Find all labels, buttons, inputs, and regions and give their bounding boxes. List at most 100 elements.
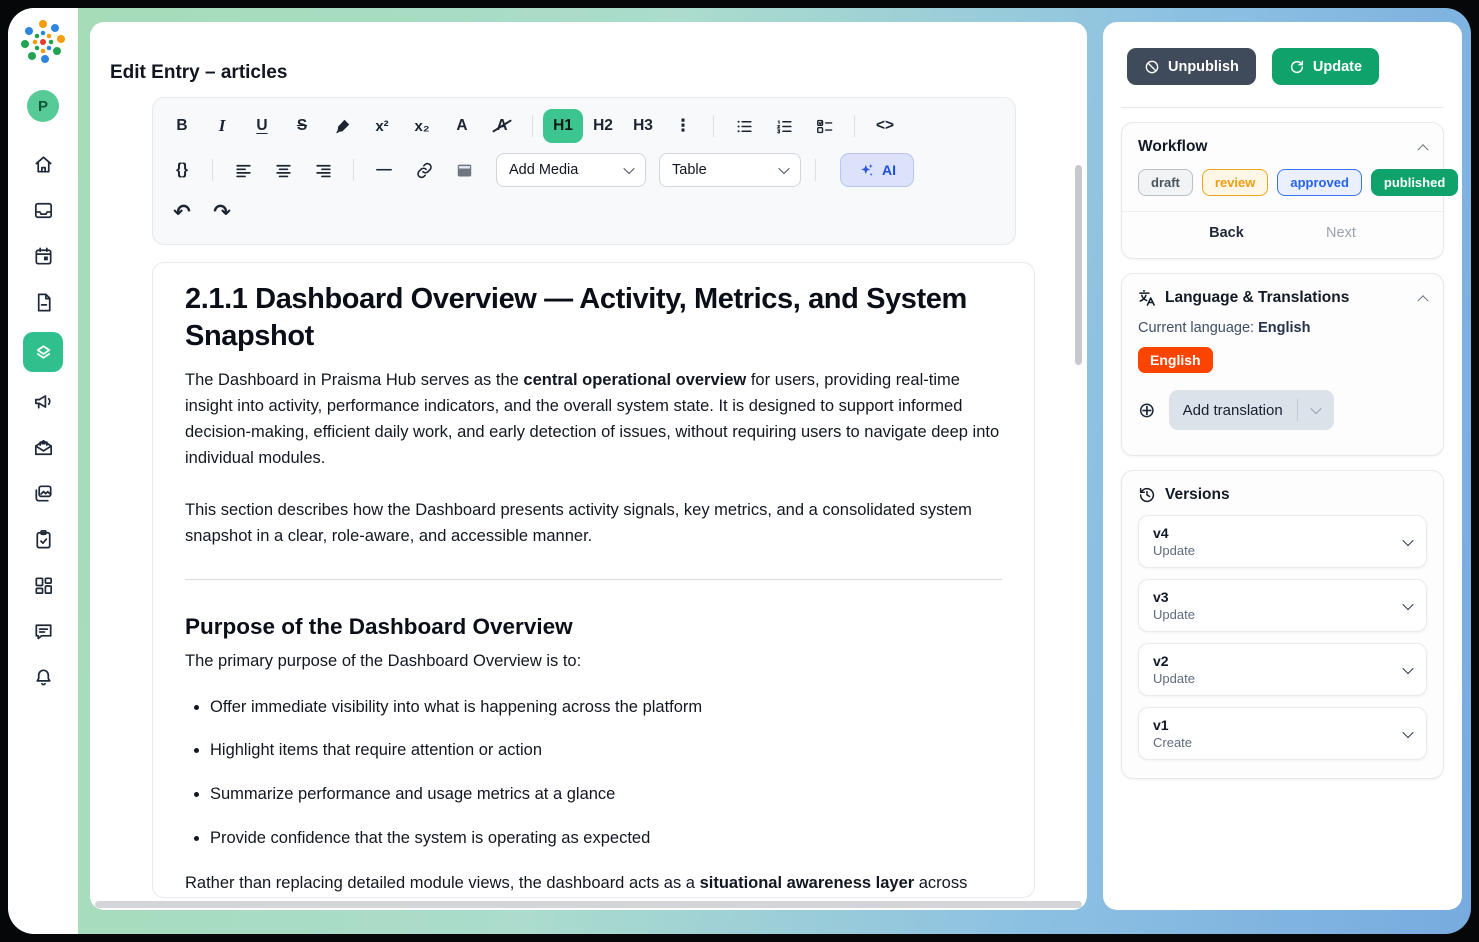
- document-icon: [32, 291, 55, 314]
- more-options-button[interactable]: ⋮: [663, 109, 703, 143]
- stage-badge-approved: approved: [1277, 169, 1362, 196]
- user-avatar[interactable]: P: [27, 90, 59, 122]
- undo-button[interactable]: ↶: [162, 195, 202, 229]
- add-media-dropdown[interactable]: Add Media: [496, 153, 646, 187]
- redo-button[interactable]: ↷: [202, 195, 242, 229]
- collapse-chevron-icon[interactable]: [1417, 295, 1428, 306]
- home-icon: [32, 153, 55, 176]
- sidebar-item-home[interactable]: [23, 148, 63, 181]
- panel-divider: [1121, 107, 1444, 108]
- sidebar-item-announcements[interactable]: [23, 385, 63, 418]
- link-icon: [415, 161, 434, 180]
- document-heading: 2.1.1 Dashboard Overview — Activity, Met…: [185, 281, 1002, 354]
- sidebar-item-media[interactable]: [23, 477, 63, 510]
- mail-open-icon: [32, 436, 55, 459]
- align-right-icon: [314, 161, 333, 180]
- version-label: v4: [1153, 525, 1404, 541]
- image-button[interactable]: [444, 153, 484, 187]
- table-dropdown[interactable]: Table: [659, 153, 801, 187]
- add-media-label: Add Media: [509, 162, 578, 178]
- italic-button[interactable]: I: [202, 109, 242, 143]
- workflow-title: Workflow: [1138, 138, 1207, 156]
- chevron-down-icon: [1402, 534, 1413, 545]
- bullet-list-icon: [735, 117, 754, 136]
- version-action: Update: [1153, 543, 1404, 558]
- version-label: v3: [1153, 589, 1404, 605]
- unpublish-button[interactable]: Unpublish: [1127, 48, 1256, 85]
- heading3-button[interactable]: H3: [623, 109, 663, 143]
- sidebar-item-blocks[interactable]: [23, 569, 63, 602]
- versions-title: Versions: [1165, 486, 1230, 504]
- sidebar-item-comments[interactable]: [23, 615, 63, 648]
- sidebar-item-mail[interactable]: [23, 431, 63, 464]
- images-icon: [32, 482, 55, 505]
- document-editor[interactable]: 2.1.1 Dashboard Overview — Activity, Met…: [152, 262, 1035, 898]
- strikethrough-button[interactable]: S: [282, 109, 322, 143]
- document-paragraph: This section describes how the Dashboard…: [185, 497, 1002, 549]
- workflow-next-button[interactable]: Next: [1326, 225, 1356, 241]
- numbered-list-icon: [775, 117, 794, 136]
- sidebar-item-documents[interactable]: [23, 286, 63, 319]
- language-badge[interactable]: English: [1138, 347, 1213, 373]
- version-row-v4[interactable]: v4 Update: [1138, 515, 1427, 568]
- horizontal-scrollbar[interactable]: [95, 901, 1082, 908]
- version-row-v1[interactable]: v1 Create: [1138, 707, 1427, 760]
- collapse-chevron-icon[interactable]: [1417, 144, 1428, 155]
- toolbar-separator: [854, 115, 855, 137]
- sidebar-item-calendar[interactable]: [23, 240, 63, 273]
- sidebar-item-notifications[interactable]: [23, 661, 63, 694]
- link-button[interactable]: [404, 153, 444, 187]
- inline-code-button[interactable]: <>: [865, 109, 905, 143]
- font-color-button[interactable]: A: [442, 109, 482, 143]
- chevron-down-icon: [1402, 726, 1413, 737]
- sidebar-item-content[interactable]: [23, 332, 63, 372]
- bullet-list-button[interactable]: [724, 109, 764, 143]
- version-action: Update: [1153, 671, 1404, 686]
- clear-formatting-button[interactable]: A: [482, 109, 522, 143]
- heading2-button[interactable]: H2: [583, 109, 623, 143]
- underline-button[interactable]: U: [242, 109, 282, 143]
- align-center-button[interactable]: [263, 153, 303, 187]
- version-action: Create: [1153, 735, 1404, 750]
- version-label: v2: [1153, 653, 1404, 669]
- horizontal-rule-button[interactable]: —: [364, 153, 404, 187]
- workflow-back-button[interactable]: Back: [1209, 225, 1244, 241]
- stage-badge-review: review: [1202, 169, 1268, 196]
- stage-badge-draft: draft: [1138, 169, 1193, 196]
- superscript-button[interactable]: x²: [362, 109, 402, 143]
- ai-assistant-button[interactable]: AI: [840, 153, 914, 187]
- inbox-icon: [32, 199, 55, 222]
- bold-button[interactable]: B: [162, 109, 202, 143]
- document-paragraph: The primary purpose of the Dashboard Ove…: [185, 648, 1002, 674]
- version-row-v2[interactable]: v2 Update: [1138, 643, 1427, 696]
- update-button[interactable]: Update: [1272, 48, 1379, 85]
- megaphone-icon: [32, 390, 55, 413]
- sidebar-nav: [23, 148, 63, 694]
- comment-icon: [32, 620, 55, 643]
- chevron-down-icon: [1402, 598, 1413, 609]
- toolbar-separator: [713, 115, 714, 137]
- add-translation-button[interactable]: Add translation: [1169, 390, 1334, 430]
- code-block-button[interactable]: {}: [162, 153, 202, 187]
- toolbar-row-1: B I U S x² x₂ A A H1 H2 H3 ⋮: [162, 104, 1006, 148]
- highlighter-button[interactable]: [322, 109, 362, 143]
- vertical-scrollbar[interactable]: [1075, 165, 1082, 365]
- editor-toolbar: B I U S x² x₂ A A H1 H2 H3 ⋮: [152, 97, 1016, 245]
- subscript-button[interactable]: x₂: [402, 109, 442, 143]
- document-bullet-list: Offer immediate visibility into what is …: [210, 695, 1002, 851]
- checklist-button[interactable]: [804, 109, 844, 143]
- plus-circle-icon[interactable]: ⊕: [1138, 400, 1156, 421]
- numbered-list-button[interactable]: [764, 109, 804, 143]
- sidebar-item-tasks[interactable]: [23, 523, 63, 556]
- toolbar-separator: [532, 115, 533, 137]
- align-left-button[interactable]: [223, 153, 263, 187]
- heading1-button[interactable]: H1: [543, 109, 583, 143]
- version-label: v1: [1153, 717, 1404, 733]
- main-editor-card: Edit Entry – articles B I U S x² x₂ A A …: [90, 22, 1087, 910]
- align-right-button[interactable]: [303, 153, 343, 187]
- ai-label: AI: [882, 162, 896, 178]
- ban-icon: [1144, 59, 1160, 75]
- version-row-v3[interactable]: v3 Update: [1138, 579, 1427, 632]
- image-icon: [455, 161, 474, 180]
- sidebar-item-inbox[interactable]: [23, 194, 63, 227]
